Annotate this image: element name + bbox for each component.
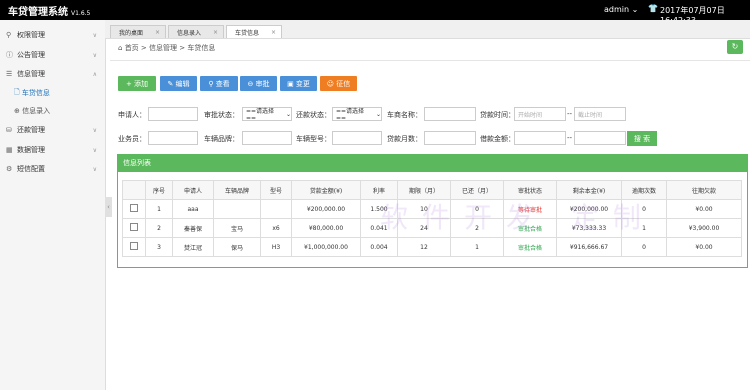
sidebar: ⚲ 权限管理 ∨ ⓘ 公告管理 ∨ ☰ 信息管理 ∧ 🗋 车贷信息 ⊕ 信息录入 ⛁ 还款管理… bbox=[0, 20, 106, 390]
close-icon[interactable]: × bbox=[271, 29, 276, 36]
brand-label: 车辆品牌： bbox=[204, 135, 239, 143]
edit-icon: ✎ bbox=[167, 79, 174, 88]
refresh-button[interactable]: ↻ bbox=[727, 40, 743, 54]
header-cell: 序号 bbox=[145, 180, 173, 200]
user-menu[interactable]: admin ⌄ bbox=[604, 5, 638, 14]
repay-status-label: 还款状态： bbox=[296, 111, 331, 119]
header-cell: 贷款金额(¥) bbox=[291, 180, 361, 200]
list-icon: ☰ bbox=[6, 70, 13, 78]
breadcrumb-level1[interactable]: 信息管理 bbox=[149, 44, 177, 52]
header-cell: 车辆品牌 bbox=[213, 180, 261, 200]
dealer-label: 车商名称： bbox=[387, 111, 422, 119]
status-badge: 审批合格 bbox=[503, 237, 557, 257]
tab-bar: 我的桌面 × 信息录入 × 车贷信息 × bbox=[105, 20, 750, 39]
header-select bbox=[122, 180, 146, 200]
end-date-input[interactable]: 截止时间 bbox=[574, 107, 626, 121]
sidebar-item-announcements[interactable]: ⓘ 公告管理 ∨ bbox=[0, 46, 105, 64]
approve-button[interactable]: ⊖ 审批 bbox=[240, 76, 277, 91]
gear-icon: ⚙ bbox=[6, 165, 13, 173]
sidebar-collapse-handle[interactable]: ‹ bbox=[105, 197, 112, 217]
close-icon[interactable]: × bbox=[155, 29, 160, 36]
save-icon: ▣ bbox=[287, 79, 294, 88]
chevron-down-icon: ∨ bbox=[92, 51, 97, 59]
skin-icon[interactable]: 👕 bbox=[648, 4, 658, 13]
brand-input[interactable] bbox=[242, 131, 292, 145]
chevron-down-icon: ∨ bbox=[92, 165, 97, 173]
applicant-label: 申请人： bbox=[118, 111, 146, 119]
loan-time-label: 贷款时间： bbox=[480, 111, 515, 119]
chevron-down-icon: ∨ bbox=[92, 146, 97, 154]
top-bar: 车贷管理系统V1.6.5 admin ⌄ 👕 2017年07月07日 16:42… bbox=[0, 0, 750, 25]
sidebar-item-permissions[interactable]: ⚲ 权限管理 ∨ bbox=[0, 26, 105, 44]
header-cell: 申请人 bbox=[172, 180, 214, 200]
edit-button[interactable]: ✎ 编辑 bbox=[160, 76, 197, 91]
repay-status-select[interactable]: ==请选择== ⌄ bbox=[332, 107, 382, 122]
close-icon[interactable]: × bbox=[213, 29, 218, 36]
salesman-input[interactable] bbox=[148, 131, 198, 145]
dealer-input[interactable] bbox=[424, 107, 476, 121]
tab-my-desktop[interactable]: 我的桌面 × bbox=[110, 25, 166, 38]
table-row[interactable]: 3 焚江冠 保马 H3 ¥1,000,000.00 0.004 12 1 审批合… bbox=[122, 237, 742, 257]
months-input[interactable] bbox=[424, 131, 476, 145]
header-cell: 往期欠款 bbox=[666, 180, 742, 200]
amount-min-input[interactable] bbox=[514, 131, 566, 145]
amount-label: 借款金额： bbox=[480, 135, 515, 143]
tab-loan-info[interactable]: 车贷信息 × bbox=[226, 25, 282, 38]
document-icon: 🗋 bbox=[14, 87, 20, 96]
info-icon: ⓘ bbox=[6, 51, 13, 59]
start-date-input[interactable]: 开始时间 bbox=[514, 107, 566, 121]
header-cell: 型号 bbox=[260, 180, 292, 200]
chevron-down-icon: ∨ bbox=[92, 31, 97, 39]
chevron-down-icon: ∨ bbox=[92, 126, 97, 134]
view-button[interactable]: ⚲ 查看 bbox=[200, 76, 238, 91]
row-checkbox[interactable] bbox=[122, 237, 146, 257]
row-checkbox[interactable] bbox=[122, 218, 146, 238]
months-label: 贷款月数： bbox=[387, 135, 422, 143]
breadcrumb-home[interactable]: 首页 bbox=[125, 44, 139, 52]
home-icon: ⌂ bbox=[118, 44, 123, 52]
user-icon: ⚲ bbox=[6, 31, 12, 39]
minus-circle-icon: ⊖ bbox=[247, 79, 254, 88]
sidebar-item-data[interactable]: ▦ 数据管理 ∨ bbox=[0, 141, 105, 159]
amount-max-input[interactable] bbox=[574, 131, 626, 145]
user-icon: ☺ bbox=[326, 79, 335, 88]
sidebar-item-repayment[interactable]: ⛁ 还款管理 ∨ bbox=[0, 121, 105, 139]
sidebar-item-info-management[interactable]: ☰ 信息管理 ∧ bbox=[0, 65, 105, 83]
row-checkbox[interactable] bbox=[122, 199, 146, 219]
tab-info-entry[interactable]: 信息录入 × bbox=[168, 25, 224, 38]
model-label: 车辆型号： bbox=[296, 135, 331, 143]
repayment-icon: ⛁ bbox=[6, 126, 12, 134]
add-circle-icon: ⊕ bbox=[14, 107, 20, 115]
breadcrumb: ⌂ 首页 > 信息管理 > 车贷信息 bbox=[118, 44, 216, 52]
add-button[interactable]: + 添加 bbox=[118, 76, 156, 91]
search-icon: ⚲ bbox=[208, 79, 214, 88]
sidebar-subitem-info-entry[interactable]: ⊕ 信息录入 bbox=[14, 104, 50, 118]
app-version: V1.6.5 bbox=[71, 10, 91, 17]
approval-status-label: 审批状态： bbox=[204, 111, 239, 119]
search-button[interactable]: 搜 索 bbox=[627, 131, 657, 146]
refresh-icon: ↻ bbox=[731, 42, 739, 51]
applicant-input[interactable] bbox=[148, 107, 198, 121]
approval-status-select[interactable]: ==请选择== ⌄ bbox=[242, 107, 292, 122]
app-title: 车贷管理系统 V1.6.5 bbox=[8, 7, 91, 18]
panel-header: 信息列表 bbox=[117, 154, 748, 172]
sidebar-item-sms[interactable]: ⚙ 短信配置 ∨ bbox=[0, 160, 105, 178]
sidebar-subitem-loan-info[interactable]: 🗋 车贷信息 bbox=[14, 86, 50, 100]
model-input[interactable] bbox=[332, 131, 382, 145]
change-button[interactable]: ▣ 变更 bbox=[280, 76, 317, 91]
chevron-up-icon: ∧ bbox=[92, 70, 97, 78]
divider bbox=[110, 60, 750, 61]
watermark: 软件开发 定制 bbox=[380, 201, 655, 234]
credit-check-button[interactable]: ☺ 征信 bbox=[320, 76, 357, 91]
salesman-label: 业务员： bbox=[118, 135, 146, 143]
breadcrumb-level2: 车贷信息 bbox=[187, 44, 216, 52]
data-icon: ▦ bbox=[6, 146, 13, 154]
